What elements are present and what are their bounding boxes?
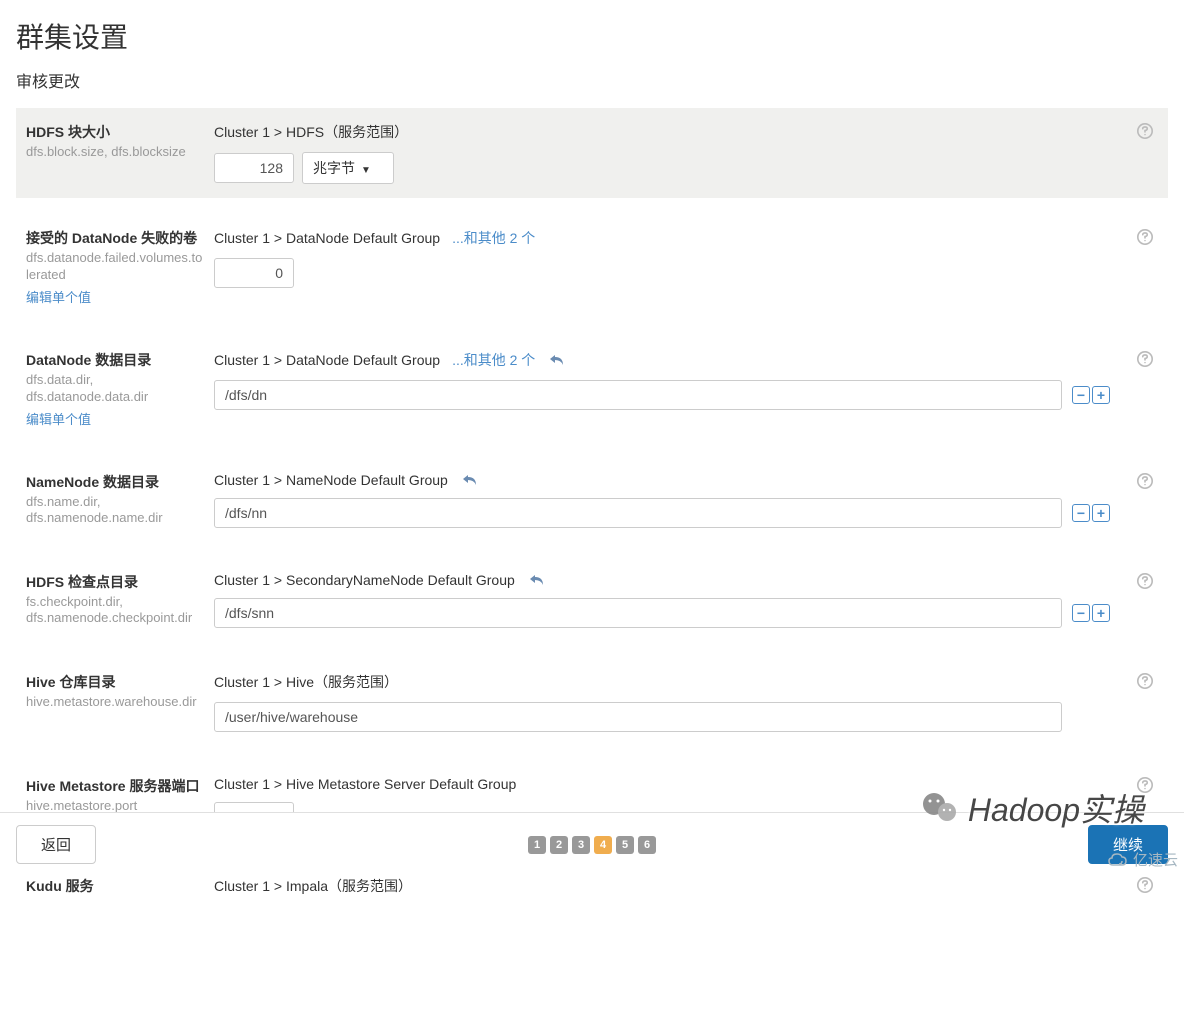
value-input[interactable] [214, 380, 1062, 410]
help-icon[interactable] [1136, 572, 1154, 590]
property-name: 接受的 DataNode 失败的卷 [26, 228, 204, 248]
breadcrumb: Cluster 1 > DataNode Default Group...和其他… [214, 350, 1158, 370]
help-icon[interactable] [1136, 472, 1154, 490]
property-desc: fs.checkpoint.dir, dfs.namenode.checkpoi… [26, 594, 204, 628]
remove-button[interactable]: − [1072, 504, 1090, 522]
value-input[interactable] [214, 258, 294, 288]
value-input[interactable] [214, 702, 1062, 732]
page-button[interactable]: 6 [638, 836, 656, 854]
brand-label: 亿速云 [1107, 849, 1178, 870]
add-button[interactable]: + [1092, 504, 1110, 522]
help-icon[interactable] [1136, 350, 1154, 368]
chevron-down-icon: ▼ [361, 165, 371, 176]
property-name: Hive 仓库目录 [26, 672, 204, 692]
property-name: HDFS 块大小 [26, 122, 204, 142]
property-name: Hive Metastore 服务器端口 [26, 776, 204, 796]
wechat-icon [920, 788, 960, 828]
pagination: 123456 [528, 836, 656, 854]
setting-row: 接受的 DataNode 失败的卷dfs.datanode.failed.vol… [16, 214, 1168, 320]
watermark: Hadoop实操 [920, 785, 1144, 831]
value-input[interactable] [214, 598, 1062, 628]
property-desc: dfs.name.dir, dfs.namenode.name.dir [26, 494, 204, 528]
breadcrumb: Cluster 1 > SecondaryNameNode Default Gr… [214, 572, 1158, 588]
property-desc: hive.metastore.warehouse.dir [26, 694, 204, 711]
edit-individual-link[interactable]: 编辑单个值 [26, 409, 91, 428]
page-title: 群集设置 [16, 16, 1168, 56]
page-button[interactable]: 5 [616, 836, 634, 854]
add-button[interactable]: + [1092, 604, 1110, 622]
remove-button[interactable]: − [1072, 604, 1090, 622]
page-button[interactable]: 2 [550, 836, 568, 854]
back-button[interactable]: 返回 [16, 825, 96, 864]
unit-select[interactable]: 兆字节▼ [302, 152, 394, 184]
setting-row: Hive 仓库目录 hive.metastore.warehouse.dir Clu… [16, 658, 1168, 746]
help-icon[interactable] [1136, 228, 1154, 246]
sub-title: 审核更改 [16, 68, 1168, 92]
help-icon[interactable] [1136, 122, 1154, 140]
remove-button[interactable]: − [1072, 386, 1090, 404]
page-button[interactable]: 4 [594, 836, 612, 854]
value-input[interactable] [214, 153, 294, 183]
cloud-icon [1107, 852, 1129, 868]
page-button[interactable]: 3 [572, 836, 590, 854]
breadcrumb-extra-link[interactable]: ...和其他 2 个 [452, 350, 535, 370]
breadcrumb: Cluster 1 > HDFS（服务范围） [214, 122, 1158, 142]
property-name: NameNode 数据目录 [26, 472, 204, 492]
undo-icon[interactable] [549, 353, 565, 367]
help-icon[interactable] [1136, 672, 1154, 690]
property-desc: dfs.data.dir, dfs.datanode.data.dir [26, 372, 204, 406]
breadcrumb: Cluster 1 > Impala（服务范围） [214, 876, 1158, 896]
add-button[interactable]: + [1092, 386, 1110, 404]
undo-icon[interactable] [529, 573, 545, 587]
breadcrumb: Cluster 1 > NameNode Default Group [214, 472, 1158, 488]
undo-icon[interactable] [462, 473, 478, 487]
property-desc: dfs.datanode.failed.volumes.tolerated [26, 250, 204, 284]
breadcrumb: Cluster 1 > Hive（服务范围） [214, 672, 1158, 692]
edit-individual-link[interactable]: 编辑单个值 [26, 287, 91, 306]
breadcrumb: Cluster 1 > DataNode Default Group...和其他… [214, 228, 1158, 248]
property-name: Kudu 服务 [26, 876, 204, 896]
setting-row: HDFS 检查点目录fs.checkpoint.dir, dfs.namenod… [16, 558, 1168, 642]
value-input[interactable] [214, 498, 1062, 528]
help-icon[interactable] [1136, 876, 1154, 894]
property-name: HDFS 检查点目录 [26, 572, 204, 592]
property-name: DataNode 数据目录 [26, 350, 204, 370]
setting-row: HDFS 块大小 dfs.block.size, dfs.blocksize Clu… [16, 108, 1168, 198]
page-button[interactable]: 1 [528, 836, 546, 854]
breadcrumb-extra-link[interactable]: ...和其他 2 个 [452, 228, 535, 248]
property-desc: dfs.block.size, dfs.blocksize [26, 144, 204, 161]
setting-row: DataNode 数据目录dfs.data.dir, dfs.datanode.… [16, 336, 1168, 442]
setting-row: NameNode 数据目录dfs.name.dir, dfs.namenode.… [16, 458, 1168, 542]
